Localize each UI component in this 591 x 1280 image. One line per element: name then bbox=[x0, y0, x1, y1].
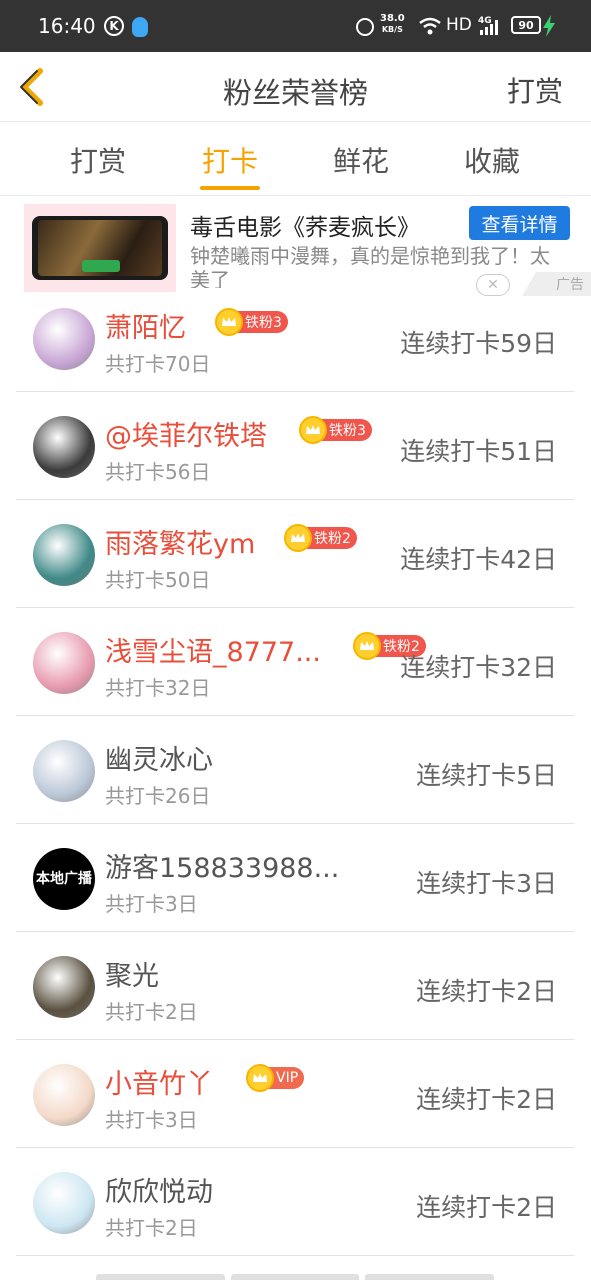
total-checkin-days: 共打卡32日 bbox=[105, 676, 211, 700]
ad-title[interactable]: 毒舌电影《荞麦疯长》 bbox=[190, 208, 420, 242]
fan-name[interactable]: 游客158833988... bbox=[105, 846, 339, 885]
total-checkin-days: 共打卡3日 bbox=[105, 1108, 198, 1132]
total-checkin-days: 共打卡50日 bbox=[105, 568, 211, 592]
fan-row[interactable]: 雨落繁花ym 铁粉2 共打卡50日 连续打卡42日 bbox=[16, 500, 574, 608]
streak-days: 连续打卡42日 bbox=[400, 545, 557, 574]
signal-label: 4G bbox=[478, 16, 492, 26]
top-nav-bar: 粉丝荣誉榜 打赏 bbox=[0, 52, 591, 122]
tab-flowers[interactable]: 鲜花 bbox=[301, 140, 421, 180]
streak-days: 连续打卡2日 bbox=[416, 1085, 557, 1114]
fan-name[interactable]: 幽灵冰心 bbox=[105, 738, 213, 777]
ad-thumbnail[interactable] bbox=[24, 204, 176, 292]
crown-icon bbox=[246, 1064, 274, 1092]
streak-days: 连续打卡32日 bbox=[400, 653, 557, 682]
total-checkin-days: 共打卡26日 bbox=[105, 784, 211, 808]
crown-icon bbox=[353, 632, 381, 660]
fan-name[interactable]: 小音竹丫 bbox=[105, 1062, 213, 1101]
active-tab-indicator bbox=[200, 186, 260, 190]
fan-name[interactable]: 雨落繁花ym bbox=[105, 522, 255, 561]
wifi-icon bbox=[419, 17, 441, 35]
page-title: 粉丝荣誉榜 bbox=[222, 76, 368, 110]
fan-name[interactable]: 聚光 bbox=[105, 954, 159, 993]
total-checkin-days: 共打卡2日 bbox=[105, 1000, 198, 1024]
tab-favorites[interactable]: 收藏 bbox=[432, 140, 552, 180]
streak-days: 连续打卡59日 bbox=[400, 329, 557, 358]
fan-row[interactable]: 聚光共打卡2日 连续打卡2日 bbox=[16, 932, 574, 1040]
fan-row[interactable]: 萧陌忆 铁粉3 共打卡70日 连续打卡59日 bbox=[16, 284, 574, 392]
streak-days: 连续打卡5日 bbox=[416, 761, 557, 790]
fan-level-badge: 铁粉2 bbox=[284, 524, 357, 552]
crown-icon bbox=[299, 416, 327, 444]
battery-icon: 90 bbox=[511, 16, 541, 34]
tab-bar: 打赏 打卡 鲜花 收藏 bbox=[0, 122, 591, 196]
streak-days: 连续打卡51日 bbox=[400, 437, 557, 466]
avatar[interactable] bbox=[33, 1172, 95, 1234]
fan-name[interactable]: 欣欣悦动 bbox=[105, 1170, 213, 1209]
signal-icon: 4G bbox=[478, 16, 498, 35]
avatar[interactable] bbox=[33, 524, 95, 586]
avatar[interactable] bbox=[33, 956, 95, 1018]
speed-value: 38.0 bbox=[380, 13, 405, 24]
reward-button[interactable]: 打赏 bbox=[507, 70, 563, 110]
fan-row[interactable]: 幽灵冰心共打卡26日 连续打卡5日 bbox=[16, 716, 574, 824]
avatar[interactable] bbox=[33, 416, 95, 478]
fan-row[interactable]: 欣欣悦动共打卡2日 连续打卡2日 bbox=[16, 1148, 574, 1256]
speed-unit: KB/S bbox=[381, 25, 403, 34]
streak-days: 连续打卡2日 bbox=[416, 1193, 557, 1222]
status-time: 16:40 bbox=[38, 14, 96, 38]
fan-row[interactable]: 小音竹丫 VIP 共打卡3日 连续打卡2日 bbox=[16, 1040, 574, 1148]
fan-level-badge: 铁粉3 bbox=[299, 416, 372, 444]
fan-name[interactable]: @埃菲尔铁塔 bbox=[105, 414, 267, 453]
hd-label: HD bbox=[446, 15, 472, 35]
alarm-icon bbox=[356, 18, 374, 36]
ad-banner[interactable]: 毒舌电影《荞麦疯长》 钟楚曦雨中漫舞，真的是惊艳到我了！太美了 查看详情 ✕ 广… bbox=[0, 196, 591, 296]
tab-checkin[interactable]: 打卡 bbox=[170, 140, 290, 180]
fan-name[interactable]: 萧陌忆 bbox=[105, 306, 186, 345]
avatar[interactable] bbox=[33, 308, 95, 370]
avatar[interactable] bbox=[33, 1064, 95, 1126]
total-checkin-days: 共打卡3日 bbox=[105, 892, 198, 916]
fan-row[interactable]: 本地广播 游客158833988... 共打卡3日 连续打卡3日 bbox=[16, 824, 574, 932]
avatar[interactable] bbox=[33, 740, 95, 802]
tab-reward[interactable]: 打赏 bbox=[38, 140, 158, 180]
fan-level-badge: VIP bbox=[246, 1064, 305, 1092]
total-checkin-days: 共打卡2日 bbox=[105, 1216, 198, 1240]
total-checkin-days: 共打卡70日 bbox=[105, 352, 211, 376]
crown-icon bbox=[284, 524, 312, 552]
total-checkin-days: 共打卡56日 bbox=[105, 460, 211, 484]
ad-detail-button[interactable]: 查看详情 bbox=[469, 206, 570, 240]
fan-row[interactable]: @埃菲尔铁塔 铁粉3 共打卡56日 连续打卡51日 bbox=[16, 392, 574, 500]
network-speed: 38.0 KB/S bbox=[380, 13, 405, 35]
fan-level-badge: 铁粉3 bbox=[215, 308, 288, 336]
bottom-edge bbox=[96, 1274, 495, 1280]
charging-icon bbox=[543, 15, 555, 37]
fan-row[interactable]: 浅雪尘语_8777... 铁粉2 共打卡32日 连续打卡32日 bbox=[16, 608, 574, 716]
crown-icon bbox=[215, 308, 243, 336]
fan-name[interactable]: 浅雪尘语_8777... bbox=[105, 630, 321, 669]
avatar[interactable]: 本地广播 bbox=[33, 848, 95, 910]
qq-icon bbox=[132, 17, 148, 37]
status-bar: 16:40 K 38.0 KB/S HD 4G 90 bbox=[0, 0, 591, 52]
streak-days: 连续打卡3日 bbox=[416, 869, 557, 898]
k-app-icon: K bbox=[104, 16, 124, 36]
avatar[interactable] bbox=[33, 632, 95, 694]
ad-phone-image bbox=[32, 216, 168, 280]
streak-days: 连续打卡2日 bbox=[416, 977, 557, 1006]
